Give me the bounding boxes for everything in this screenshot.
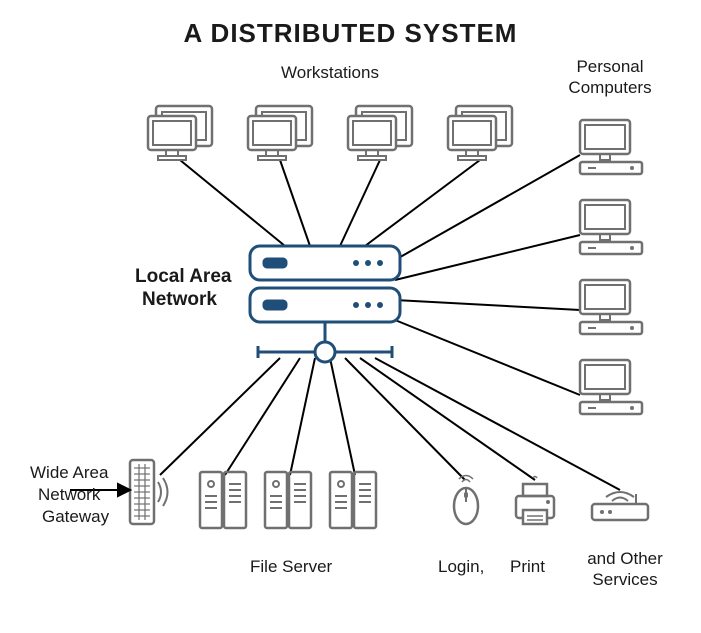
- pc-icon: [580, 200, 642, 254]
- wan-gateway-icon: [130, 460, 168, 524]
- wan-label-3: Gateway: [42, 506, 109, 527]
- file-server-icon: [200, 472, 246, 528]
- workstation-icon: [148, 106, 212, 160]
- lan-label-1: Local Area: [135, 265, 231, 289]
- wan-label-1: Wide Area: [30, 462, 108, 483]
- print-label: Print: [510, 556, 545, 577]
- diagram-canvas: { "title": "A DISTRIBUTED SYSTEM", "labe…: [0, 0, 701, 633]
- diagram-title: A DISTRIBUTED SYSTEM: [0, 18, 701, 49]
- pc-icon: [580, 280, 642, 334]
- workstations-label: Workstations: [230, 62, 430, 83]
- pc-icon: [580, 360, 642, 414]
- login-label: Login,: [438, 556, 484, 577]
- pc-icon: [580, 120, 642, 174]
- lan-hub-icon: [250, 246, 400, 362]
- router-icon: [592, 492, 648, 520]
- wan-label-2: Network: [38, 484, 100, 505]
- file-server-icon: [330, 472, 376, 528]
- mouse-icon: [454, 476, 478, 525]
- pc-label: Personal Computers: [540, 56, 680, 99]
- other-services-label: and Other Services: [570, 548, 680, 591]
- workstation-icon: [348, 106, 412, 160]
- file-server-label: File Server: [250, 556, 332, 577]
- printer-icon: [516, 477, 554, 525]
- lan-label-2: Network: [142, 288, 217, 312]
- workstation-icon: [248, 106, 312, 160]
- file-server-icon: [265, 472, 311, 528]
- workstation-icon: [448, 106, 512, 160]
